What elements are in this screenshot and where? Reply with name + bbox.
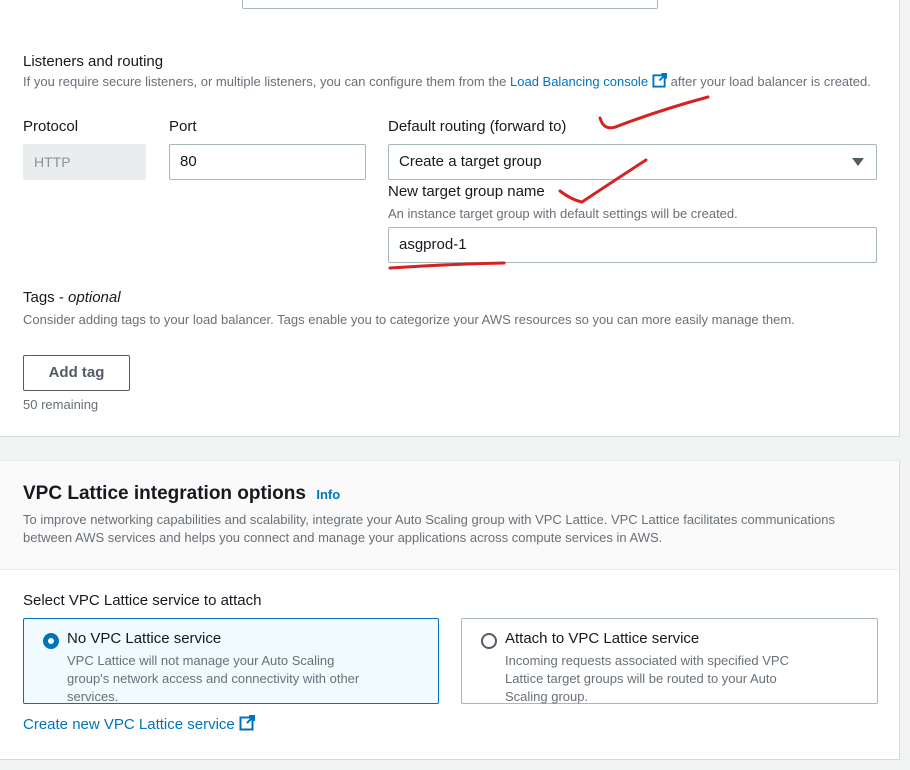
listeners-description: If you require secure listeners, or mult… [23, 73, 883, 93]
default-routing-label: Default routing (forward to) [388, 118, 567, 135]
load-balancing-console-link[interactable]: Load Balancing console [510, 74, 648, 89]
radio-icon[interactable] [481, 633, 497, 649]
tags-heading: Tags - optional [23, 289, 121, 306]
vpc-lattice-description: To improve networking capabilities and s… [23, 512, 835, 545]
option-title: Attach to VPC Lattice service [505, 630, 700, 647]
vpc-lattice-title-row: VPC Lattice integration options Info [23, 483, 340, 505]
tags-description: Consider adding tags to your load balanc… [23, 312, 795, 327]
no-vpc-lattice-option[interactable]: No VPC Lattice service VPC Lattice will … [23, 618, 439, 704]
target-group-name-description: An instance target group with default se… [388, 206, 738, 221]
load-balancer-panel: Listeners and routing If you require sec… [0, 0, 900, 437]
listeners-heading: Listeners and routing [23, 53, 164, 70]
option-title: No VPC Lattice service [67, 630, 222, 647]
default-routing-value: Create a target group [399, 153, 542, 170]
option-description: Incoming requests associated with specif… [505, 653, 789, 704]
protocol-label: Protocol [23, 118, 79, 135]
vpc-lattice-header: VPC Lattice integration options Info To … [0, 461, 898, 570]
select-lattice-label: Select VPC Lattice service to attach [23, 592, 262, 609]
create-lattice-service-link[interactable]: Create new VPC Lattice service [23, 716, 235, 733]
radio-icon[interactable] [43, 633, 59, 649]
tags-optional: optional [68, 289, 121, 306]
info-link[interactable]: Info [316, 487, 340, 502]
port-label: Port [169, 118, 197, 135]
tags-remaining: 50 remaining [23, 397, 99, 412]
caret-down-icon [852, 158, 864, 166]
port-input[interactable]: 80 [169, 144, 366, 180]
attach-vpc-lattice-option[interactable]: Attach to VPC Lattice service Incoming r… [461, 618, 878, 704]
add-tag-button[interactable]: Add tag [23, 355, 130, 391]
target-group-name-label: New target group name [388, 183, 545, 200]
vpc-lattice-panel: VPC Lattice integration options Info To … [0, 460, 900, 760]
external-link-icon[interactable] [239, 715, 255, 735]
vpc-lattice-title: VPC Lattice integration options [23, 483, 306, 504]
create-lattice-service-row: Create new VPC Lattice service [23, 715, 255, 735]
protocol-field: HTTP [23, 144, 146, 180]
option-description: VPC Lattice will not manage your Auto Sc… [67, 653, 360, 704]
default-routing-select[interactable]: Create a target group [388, 144, 877, 180]
previous-input-field[interactable] [242, 0, 658, 9]
external-link-icon[interactable] [652, 73, 668, 93]
target-group-name-input[interactable]: asgprod-1 [388, 227, 877, 263]
